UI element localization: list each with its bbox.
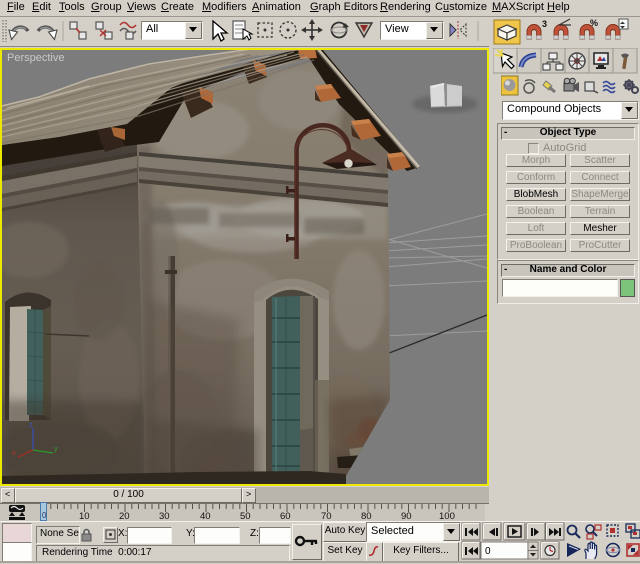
svg-text:80: 80 [361, 511, 372, 521]
svg-text:50: 50 [240, 511, 251, 521]
svg-text:70: 70 [321, 511, 332, 521]
svg-text:20: 20 [119, 511, 130, 521]
svg-text:x: x [12, 450, 16, 457]
svg-text:z: z [29, 422, 33, 429]
svg-text:40: 40 [200, 511, 211, 521]
svg-text:60: 60 [280, 511, 291, 521]
svg-text:10: 10 [79, 511, 90, 521]
svg-text:y: y [54, 446, 58, 453]
svg-text:90: 90 [401, 511, 412, 521]
svg-text:100: 100 [439, 511, 455, 521]
svg-text:%: % [590, 18, 598, 28]
svg-text:3: 3 [542, 19, 547, 29]
svg-text:0: 0 [485, 546, 491, 557]
svg-text:30: 30 [159, 511, 170, 521]
